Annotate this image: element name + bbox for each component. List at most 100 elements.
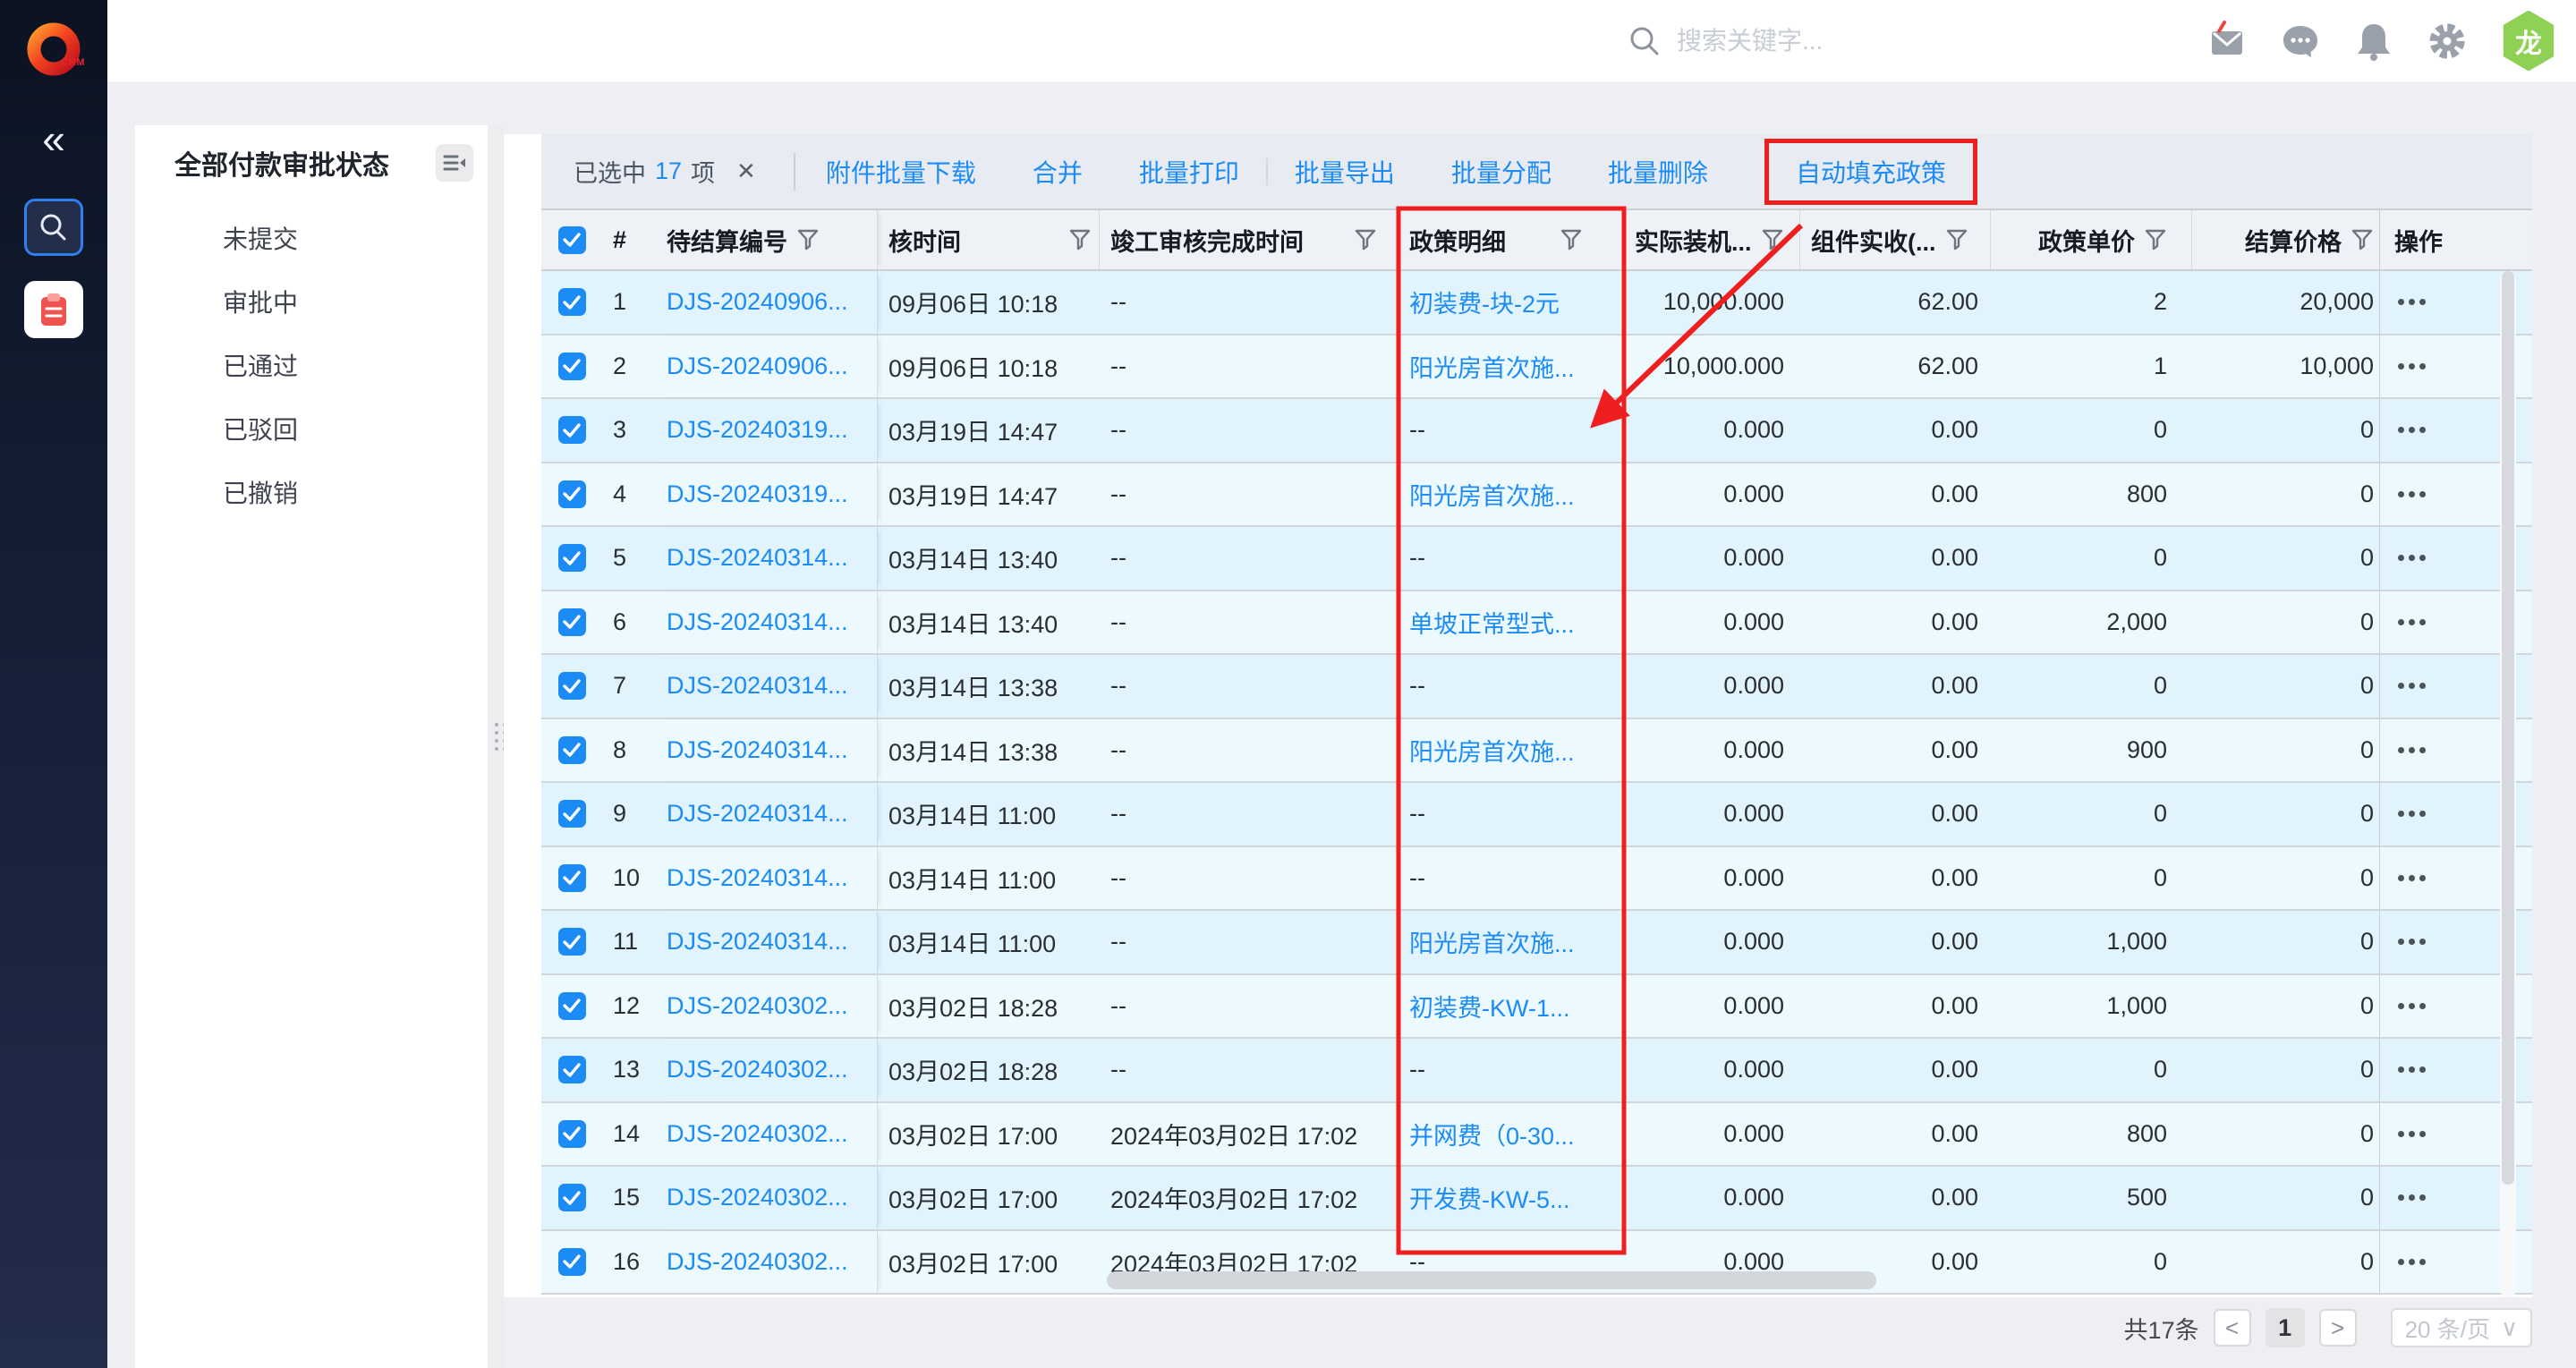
row-actions-button[interactable]	[2394, 354, 2429, 378]
sidebar-orders-button[interactable]	[24, 281, 83, 338]
batch-export-button[interactable]: 批量导出	[1295, 154, 1395, 190]
batch-assign-button[interactable]: 批量分配	[1451, 154, 1552, 190]
auto-fill-policy-button[interactable]: 自动填充政策	[1764, 139, 1977, 205]
filter-icon[interactable]	[1354, 228, 1377, 251]
settlement-id-link[interactable]: DJS-20240302...	[667, 1056, 848, 1083]
bell-icon[interactable]	[2353, 21, 2394, 62]
filter-icon[interactable]	[2351, 228, 2374, 251]
row-actions-button[interactable]	[2394, 1185, 2429, 1210]
row-actions-button[interactable]	[2394, 290, 2429, 314]
row-checkbox[interactable]	[558, 288, 586, 316]
cell-policy-detail[interactable]: 并网费（0-30...	[1409, 1117, 1575, 1151]
select-all-checkbox[interactable]	[558, 226, 586, 254]
row-checkbox[interactable]	[558, 992, 586, 1020]
settlement-id-link[interactable]: DJS-20240314...	[667, 544, 848, 572]
cell-policy-detail[interactable]: 阳光房首次施...	[1409, 733, 1575, 768]
tree-item-not-submitted[interactable]: 未提交	[135, 208, 488, 271]
settlement-id-link[interactable]: DJS-20240314...	[667, 608, 848, 636]
row-actions-button[interactable]	[2394, 610, 2429, 634]
settlement-id-link[interactable]: DJS-20240314...	[667, 672, 848, 700]
panel-splitter[interactable]	[489, 125, 504, 1368]
tree-item-revoked[interactable]: 已撤销	[135, 462, 488, 525]
row-actions-button[interactable]	[2394, 546, 2429, 570]
settlement-id-link[interactable]: DJS-20240314...	[667, 864, 848, 892]
batch-delete-button[interactable]: 批量删除	[1608, 154, 1708, 190]
settlement-id-link[interactable]: DJS-20240302...	[667, 1184, 848, 1211]
vertical-scrollbar[interactable]	[2500, 271, 2516, 1297]
settlement-id-link[interactable]: DJS-20240314...	[667, 736, 848, 764]
tree-item-in-approval[interactable]: 审批中	[135, 271, 488, 335]
row-actions-button[interactable]	[2394, 738, 2429, 762]
prev-page-button[interactable]: <	[2214, 1309, 2251, 1347]
row-actions-button[interactable]	[2394, 418, 2429, 442]
settlement-id-link[interactable]: DJS-20240906...	[667, 288, 848, 316]
settlement-id-link[interactable]: DJS-20240314...	[667, 800, 848, 828]
row-checkbox[interactable]	[558, 608, 586, 636]
row-actions-button[interactable]	[2394, 1122, 2429, 1146]
batch-print-button[interactable]: 批量打印	[1139, 154, 1239, 190]
row-checkbox[interactable]	[558, 672, 586, 700]
filter-icon[interactable]	[1560, 228, 1583, 251]
chat-icon[interactable]	[2280, 21, 2321, 62]
global-search-input[interactable]	[1677, 27, 1972, 55]
gear-icon[interactable]	[2427, 21, 2468, 62]
filter-icon[interactable]	[1945, 228, 1968, 251]
merge-button[interactable]: 合并	[1033, 154, 1083, 190]
cell-installed-capacity: 0.000	[1624, 847, 1800, 910]
avatar[interactable]: 龙	[2500, 11, 2557, 72]
tree-item-rejected[interactable]: 已驳回	[135, 398, 488, 462]
settlement-id-link[interactable]: DJS-20240319...	[667, 416, 848, 444]
settlement-id-link[interactable]: DJS-20240314...	[667, 928, 848, 956]
row-checkbox[interactable]	[558, 544, 586, 572]
row-checkbox[interactable]	[558, 353, 586, 380]
page-size-select[interactable]: 20 条/页 ∨	[2391, 1308, 2532, 1347]
filter-icon[interactable]	[796, 228, 820, 251]
cell-policy-detail[interactable]: 初装费-块-2元	[1409, 285, 1560, 319]
row-checkbox[interactable]	[558, 480, 586, 508]
sidebar-search-button[interactable]	[24, 199, 83, 256]
settlement-id-link[interactable]: DJS-20240319...	[667, 480, 848, 508]
row-checkbox[interactable]	[558, 800, 586, 828]
horizontal-scrollbar-thumb[interactable]	[1107, 1271, 1876, 1289]
row-actions-button[interactable]	[2394, 674, 2429, 698]
next-page-button[interactable]: >	[2319, 1309, 2357, 1347]
row-actions-button[interactable]	[2394, 930, 2429, 954]
row-checkbox[interactable]	[558, 864, 586, 892]
cell-policy-detail[interactable]: 开发费-KW-5...	[1409, 1180, 1570, 1215]
row-checkbox[interactable]	[558, 1248, 586, 1276]
filter-icon[interactable]	[1761, 228, 1784, 251]
cell-policy-detail[interactable]: 单坡正常型式...	[1409, 605, 1575, 640]
cell-policy-detail[interactable]: 阳光房首次施...	[1409, 349, 1575, 384]
cell-policy-detail[interactable]: 阳光房首次施...	[1409, 924, 1575, 959]
tree-collapse-button[interactable]	[436, 144, 473, 182]
settlement-id-link[interactable]: DJS-20240302...	[667, 1120, 848, 1148]
filter-icon[interactable]	[1068, 228, 1092, 251]
row-checkbox[interactable]	[558, 736, 586, 764]
row-actions-button[interactable]	[2394, 802, 2429, 826]
app-logo[interactable]: CRM	[24, 20, 83, 79]
row-checkbox[interactable]	[558, 416, 586, 444]
row-checkbox[interactable]	[558, 928, 586, 956]
row-actions-button[interactable]	[2394, 1250, 2429, 1274]
cell-audit-time: 03月19日 14:47	[878, 399, 1100, 462]
settlement-id-link[interactable]: DJS-20240302...	[667, 1248, 848, 1276]
row-actions-button[interactable]	[2394, 866, 2429, 890]
filter-icon[interactable]	[2144, 228, 2167, 251]
row-checkbox[interactable]	[558, 1120, 586, 1148]
row-actions-button[interactable]	[2394, 482, 2429, 506]
clear-selection-button[interactable]: ✕	[736, 157, 756, 185]
vertical-scrollbar-thumb[interactable]	[2502, 271, 2514, 1185]
row-actions-button[interactable]	[2394, 1058, 2429, 1082]
settlement-id-link[interactable]: DJS-20240906...	[667, 353, 848, 380]
cell-policy-detail[interactable]: 阳光房首次施...	[1409, 477, 1575, 512]
sidebar-collapse-button[interactable]: «	[0, 118, 107, 159]
row-checkbox[interactable]	[558, 1056, 586, 1083]
row-checkbox[interactable]	[558, 1184, 586, 1211]
row-actions-button[interactable]	[2394, 994, 2429, 1018]
mail-icon[interactable]	[2206, 21, 2248, 62]
settlement-id-link[interactable]: DJS-20240302...	[667, 992, 848, 1020]
current-page-button[interactable]: 1	[2266, 1308, 2305, 1347]
batch-download-attachments-button[interactable]: 附件批量下载	[826, 154, 976, 190]
cell-policy-detail[interactable]: 初装费-KW-1...	[1409, 989, 1570, 1024]
tree-item-approved[interactable]: 已通过	[135, 335, 488, 398]
